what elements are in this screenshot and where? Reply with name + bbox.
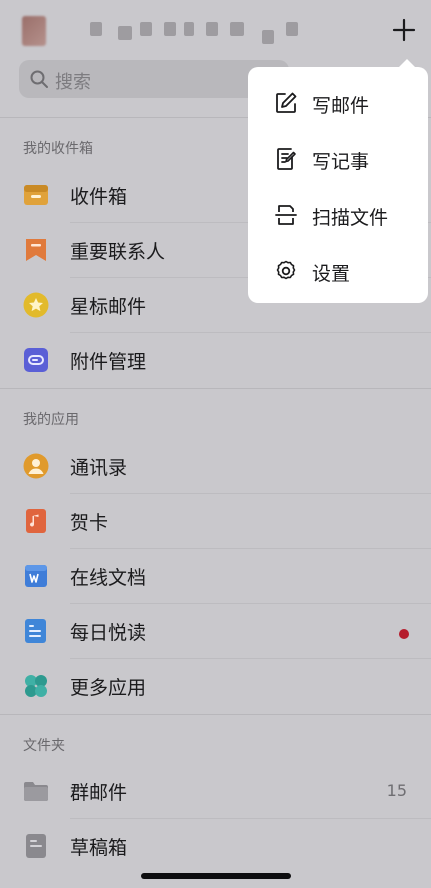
note-icon	[277, 148, 296, 170]
menu-label: 扫描文件	[312, 207, 389, 229]
divider	[0, 388, 431, 389]
account-name-redacted	[118, 26, 132, 40]
row-label: 更多应用	[70, 677, 147, 699]
unread-badge	[399, 629, 409, 639]
account-name-redacted	[140, 22, 152, 36]
sidebar-item-more-apps[interactable]: 更多应用	[0, 659, 431, 714]
section-header-apps: 我的应用	[23, 412, 79, 428]
account-name-redacted	[184, 22, 194, 36]
row-label: 每日悦读	[70, 622, 147, 644]
row-label: 群邮件	[70, 782, 128, 804]
plus-icon	[392, 18, 416, 42]
menu-label: 写邮件	[312, 95, 370, 117]
menu-label: 设置	[312, 263, 351, 285]
folder-icon	[24, 782, 48, 801]
account-name-redacted	[230, 22, 244, 36]
account-name-redacted	[262, 30, 274, 44]
sidebar-item-contacts[interactable]: 通讯录	[0, 439, 431, 494]
add-popup-menu: 写邮件 写记事 扫描文件 设置	[248, 67, 428, 303]
menu-item-write-note[interactable]: 写记事	[248, 129, 428, 185]
row-label: 贺卡	[70, 512, 109, 534]
greeting-card-icon	[26, 509, 46, 533]
row-label: 星标邮件	[70, 296, 147, 318]
draft-icon	[26, 834, 46, 858]
word-doc-icon	[25, 565, 47, 587]
section-header-folders: 文件夹	[23, 738, 65, 754]
gear-icon	[276, 260, 296, 280]
avatar[interactable]	[22, 16, 46, 46]
home-indicator	[141, 873, 291, 879]
account-name-redacted	[206, 22, 218, 36]
sidebar-item-daily-read[interactable]: 每日悦读	[0, 604, 431, 659]
sidebar-item-group-mail[interactable]: 群邮件 15	[0, 764, 431, 819]
search-icon	[30, 70, 48, 88]
add-button[interactable]	[388, 14, 420, 46]
row-label: 通讯录	[70, 457, 128, 479]
sidebar-item-drafts[interactable]: 草稿箱	[0, 819, 431, 874]
menu-item-compose[interactable]: 写邮件	[248, 73, 428, 129]
more-apps-icon	[25, 675, 47, 697]
row-label: 附件管理	[70, 351, 147, 373]
attachment-icon	[24, 348, 48, 372]
unread-count: 15	[386, 781, 407, 800]
inbox-tray-icon	[24, 185, 48, 205]
bookmark-icon	[26, 239, 46, 261]
scan-icon	[275, 205, 297, 225]
sidebar-item-online-docs[interactable]: 在线文档	[0, 549, 431, 604]
divider	[0, 714, 431, 715]
menu-item-settings[interactable]: 设置	[248, 241, 428, 297]
menu-item-scan[interactable]: 扫描文件	[248, 185, 428, 241]
row-label: 重要联系人	[70, 241, 166, 263]
daily-read-icon	[25, 619, 46, 643]
sidebar-item-attachments[interactable]: 附件管理	[0, 333, 431, 388]
row-label: 草稿箱	[70, 837, 128, 859]
compose-icon	[276, 92, 297, 113]
account-name-redacted	[164, 22, 176, 36]
account-name-redacted	[90, 22, 102, 36]
star-icon	[23, 292, 49, 318]
sidebar-item-greeting-card[interactable]: 贺卡	[0, 494, 431, 549]
row-label: 在线文档	[70, 567, 147, 589]
contacts-icon	[23, 453, 49, 479]
section-header-inbox: 我的收件箱	[23, 141, 93, 157]
row-label: 收件箱	[70, 186, 128, 208]
menu-label: 写记事	[312, 151, 370, 173]
search-placeholder: 搜索	[55, 72, 91, 93]
account-name-redacted	[286, 22, 298, 36]
account-bar[interactable]	[0, 0, 431, 58]
